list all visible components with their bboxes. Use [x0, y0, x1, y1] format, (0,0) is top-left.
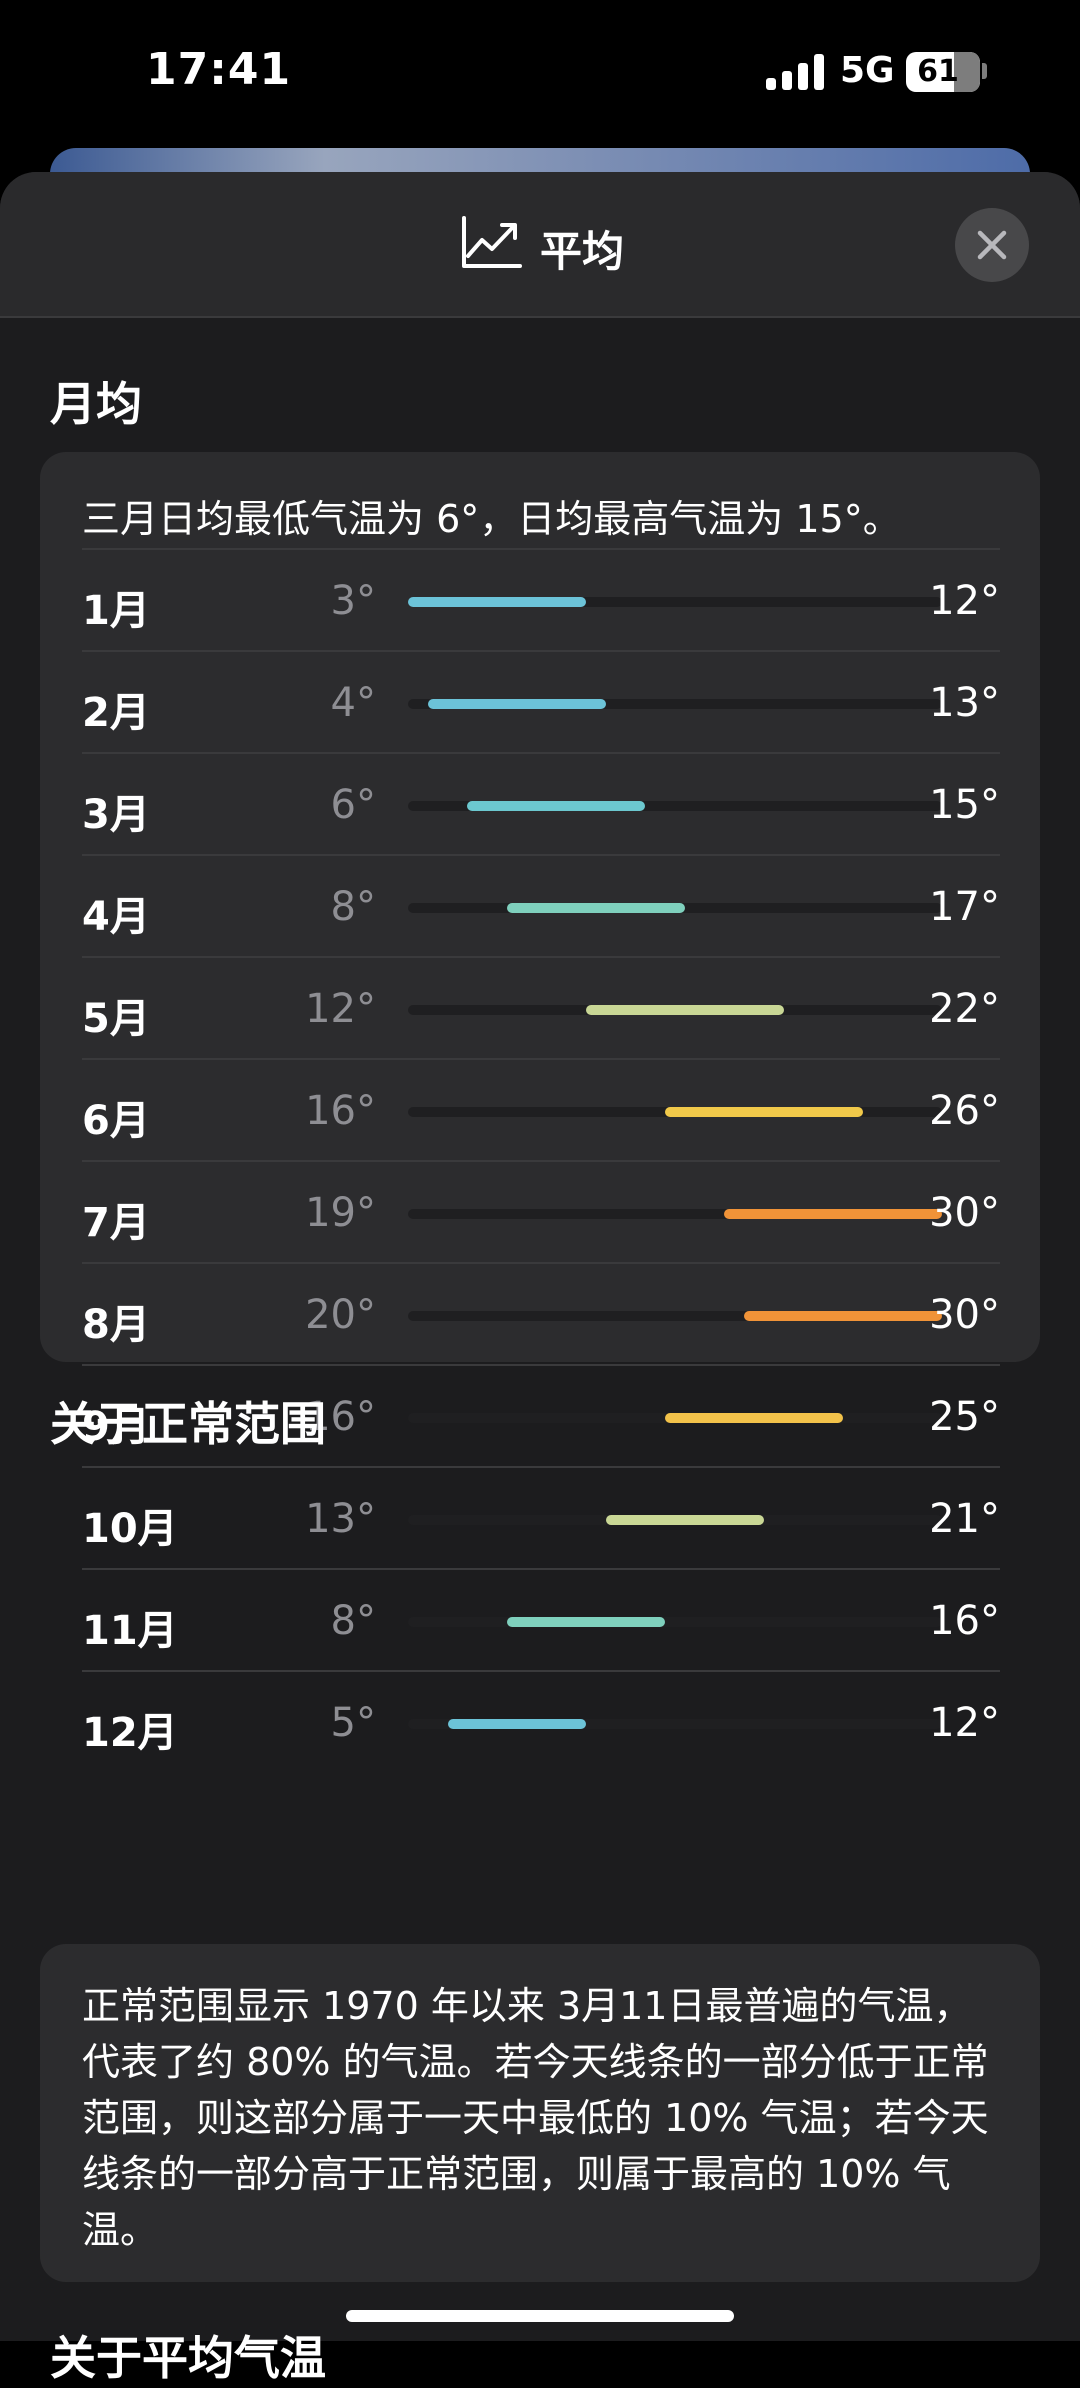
low-temp: 6°: [330, 782, 376, 828]
temp-range-bar: [408, 597, 586, 607]
battery-level: 61: [917, 54, 959, 89]
temp-range-bar: [427, 699, 606, 709]
about-section-title: 关于正常范围: [50, 1397, 326, 1451]
cellular-signal-icon: [766, 54, 824, 90]
temp-range-track: [408, 1413, 942, 1423]
home-indicator[interactable]: [346, 2310, 734, 2322]
temp-range-bar: [447, 1719, 586, 1729]
low-temp: 3°: [330, 578, 376, 624]
temp-range-track: [408, 1107, 942, 1117]
low-temp: 16°: [305, 1088, 376, 1134]
month-row: 12月 5° 12°: [82, 1672, 1000, 1774]
high-temp: 13°: [929, 680, 1000, 726]
temp-range-bar: [467, 801, 646, 811]
month-row: 10月 13° 21°: [82, 1468, 1000, 1570]
high-temp: 16°: [929, 1598, 1000, 1644]
month-row: 5月 12° 22°: [82, 958, 1000, 1060]
status-time: 17:41: [146, 44, 292, 95]
about-card: 正常范围显示 1970 年以来 3月11日最普遍的气温，代表了约 80% 的气温…: [40, 1944, 1040, 2282]
low-temp: 20°: [305, 1292, 376, 1338]
temp-range-bar: [744, 1311, 942, 1321]
temp-range-bar: [724, 1209, 942, 1219]
sheet-title: 平均: [540, 227, 625, 276]
month-label: 10月: [82, 1506, 178, 1552]
temp-range-bar: [506, 1617, 666, 1627]
temp-range-track: [408, 903, 942, 913]
high-temp: 22°: [929, 986, 1000, 1032]
low-temp: 8°: [330, 1598, 376, 1644]
temp-range-track: [408, 1515, 942, 1525]
temp-range-bar: [586, 1005, 784, 1015]
high-temp: 12°: [929, 1700, 1000, 1746]
temp-range-bar: [506, 903, 685, 913]
temp-range-bar: [665, 1413, 844, 1423]
month-label: 7月: [82, 1200, 150, 1246]
month-label: 3月: [82, 792, 150, 838]
low-temp: 4°: [330, 680, 376, 726]
monthly-section-title: 月均: [50, 377, 142, 431]
month-row: 7月 19° 30°: [82, 1162, 1000, 1264]
temp-range-bar: [665, 1107, 863, 1117]
low-temp: 5°: [330, 1700, 376, 1746]
temp-range-track: [408, 1617, 942, 1627]
network-type: 5G: [840, 50, 895, 91]
month-row: 8月 20° 30°: [82, 1264, 1000, 1366]
next-section-title: 关于平均气温: [50, 2331, 326, 2385]
month-label: 4月: [82, 894, 150, 940]
month-label: 5月: [82, 996, 150, 1042]
high-temp: 30°: [929, 1190, 1000, 1236]
temp-range-track: [408, 801, 942, 811]
high-temp: 17°: [929, 884, 1000, 930]
status-bar: 17:41 5G 61: [0, 0, 1080, 150]
high-temp: 15°: [929, 782, 1000, 828]
high-temp: 21°: [929, 1496, 1000, 1542]
month-row: 1月 3° 12°: [82, 550, 1000, 652]
high-temp: 26°: [929, 1088, 1000, 1134]
low-temp: 12°: [305, 986, 376, 1032]
high-temp: 12°: [929, 578, 1000, 624]
high-temp: 30°: [929, 1292, 1000, 1338]
temp-range-track: [408, 1719, 942, 1729]
month-row: 3月 6° 15°: [82, 754, 1000, 856]
month-label: 2月: [82, 690, 150, 736]
low-temp: 8°: [330, 884, 376, 930]
temp-range-track: [408, 699, 942, 709]
chart-trend-icon: [462, 216, 522, 268]
high-temp: 25°: [929, 1394, 1000, 1440]
temp-range-bar: [605, 1515, 764, 1525]
temp-range-track: [408, 1005, 942, 1015]
close-button[interactable]: [955, 208, 1029, 282]
low-temp: 13°: [305, 1496, 376, 1542]
temp-range-track: [408, 597, 942, 607]
sheet-header: 平均: [0, 172, 1080, 318]
month-label: 1月: [82, 588, 150, 634]
low-temp: 19°: [305, 1190, 376, 1236]
month-row: 6月 16° 26°: [82, 1060, 1000, 1162]
battery-icon: 61: [906, 52, 980, 92]
month-label: 6月: [82, 1098, 150, 1144]
monthly-summary: 三月日均最低气温为 6°，日均最高气温为 15°。: [82, 497, 901, 541]
month-label: 11月: [82, 1608, 178, 1654]
month-row: 2月 4° 13°: [82, 652, 1000, 754]
monthly-averages-card: 三月日均最低气温为 6°，日均最高气温为 15°。 1月 3° 12° 2月 4° 13°…: [40, 452, 1040, 1756]
about-text: 正常范围显示 1970 年以来 3月11日最普遍的气温，代表了约 80% 的气温…: [82, 1984, 989, 2252]
temp-range-track: [408, 1311, 942, 1321]
month-row: 11月 8° 16°: [82, 1570, 1000, 1672]
month-label: 8月: [82, 1302, 150, 1348]
battery-nub: [982, 63, 987, 79]
month-row: 4月 8° 17°: [82, 856, 1000, 958]
temp-range-track: [408, 1209, 942, 1219]
close-icon: [977, 230, 1007, 260]
month-label: 12月: [82, 1710, 178, 1756]
